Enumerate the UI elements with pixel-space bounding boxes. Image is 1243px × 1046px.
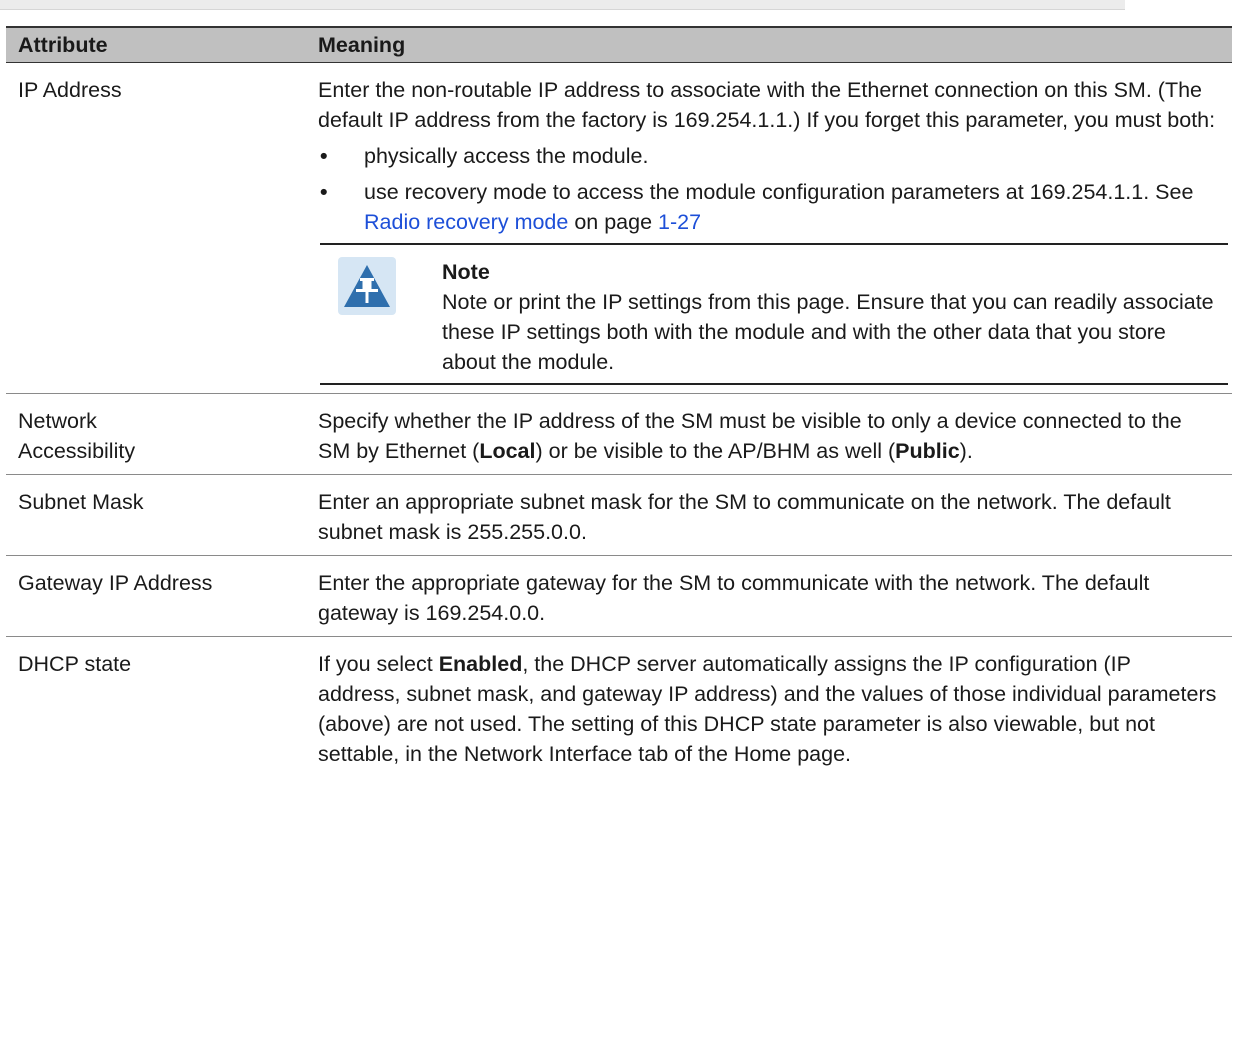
attribute-label: DHCP state — [18, 652, 132, 676]
meaning-cell: Enter the appropriate gateway for the SM… — [310, 555, 1232, 637]
header-attribute: Attribute — [6, 26, 310, 63]
pushpin-triangle-icon — [338, 257, 396, 315]
attribute-cell: IP Address — [6, 62, 310, 394]
bullet-dot-icon: • — [320, 144, 328, 168]
note-title: Note — [442, 260, 490, 284]
attribute-cell: Subnet Mask — [6, 474, 310, 556]
table-row-subnet-mask: Subnet Mask Enter an appropriate subnet … — [6, 474, 1232, 556]
meaning-cell: Specify whether the IP address of the SM… — [310, 393, 1232, 475]
header-meaning: Meaning — [310, 26, 1232, 63]
bullet-text: use recovery mode to access the module c… — [364, 180, 1194, 204]
table-row-gateway-ip-address: Gateway IP Address Enter the appropriate… — [6, 555, 1232, 637]
bullet-list: • physically access the module. • use re… — [318, 141, 1218, 237]
table-row-network-accessibility: Network Accessibility Specify whether th… — [6, 393, 1232, 475]
bullet-item: • use recovery mode to access the module… — [318, 177, 1218, 237]
attribute-table: Attribute Meaning IP Address Enter the n… — [6, 26, 1232, 777]
note-box: Note Note or print the IP settings from … — [320, 243, 1228, 385]
bullet-text-mid: on page — [568, 210, 659, 234]
link-radio-recovery-mode[interactable]: Radio recovery mode — [364, 210, 568, 234]
table-header-row: Attribute Meaning — [6, 26, 1232, 63]
meaning-cell: Enter the non-routable IP address to ass… — [310, 62, 1232, 394]
attribute-label: Subnet Mask — [18, 490, 144, 514]
attribute-cell: Gateway IP Address — [6, 555, 310, 637]
bullet-text: physically access the module. — [364, 144, 649, 168]
bullet-item: • physically access the module. — [318, 141, 1218, 171]
meaning-text-pre: If you select — [318, 652, 439, 676]
table-row-ip-address: IP Address Enter the non-routable IP add… — [6, 62, 1232, 394]
note-body: Note Note or print the IP settings from … — [414, 257, 1228, 377]
link-page-1-27[interactable]: 1-27 — [658, 210, 701, 234]
meaning-text: Enter the appropriate gateway for the SM… — [318, 571, 1150, 625]
meaning-bold-enabled: Enabled — [438, 652, 523, 676]
attribute-label-line1: Network — [18, 409, 97, 433]
meaning-text-post: ). — [959, 439, 973, 463]
pushpin-triangle-svg — [344, 265, 390, 307]
note-text: Note or print the IP settings from this … — [442, 290, 1214, 374]
meaning-text: Enter the non-routable IP address to ass… — [318, 78, 1216, 132]
top-strip — [0, 0, 1125, 10]
attribute-label: Gateway IP Address — [18, 571, 213, 595]
meaning-cell: Enter an appropriate subnet mask for the… — [310, 474, 1232, 556]
table-row-dhcp-state: DHCP state If you select Enabled, the DH… — [6, 637, 1232, 778]
meaning-cell: If you select Enabled, the DHCP server a… — [310, 637, 1232, 778]
attribute-cell: Network Accessibility — [6, 393, 310, 475]
meaning-bold-public: Public — [895, 439, 960, 463]
attribute-label-line2: Accessibility — [18, 439, 136, 463]
meaning-bold-local: Local — [479, 439, 536, 463]
meaning-text: Enter an appropriate subnet mask for the… — [318, 490, 1171, 544]
attribute-cell: DHCP state — [6, 637, 310, 778]
bullet-dot-icon: • — [320, 180, 328, 204]
meaning-text-mid: ) or be visible to the AP/BHM as well ( — [535, 439, 896, 463]
note-icon-wrap — [320, 257, 414, 315]
attribute-label: IP Address — [18, 78, 122, 102]
